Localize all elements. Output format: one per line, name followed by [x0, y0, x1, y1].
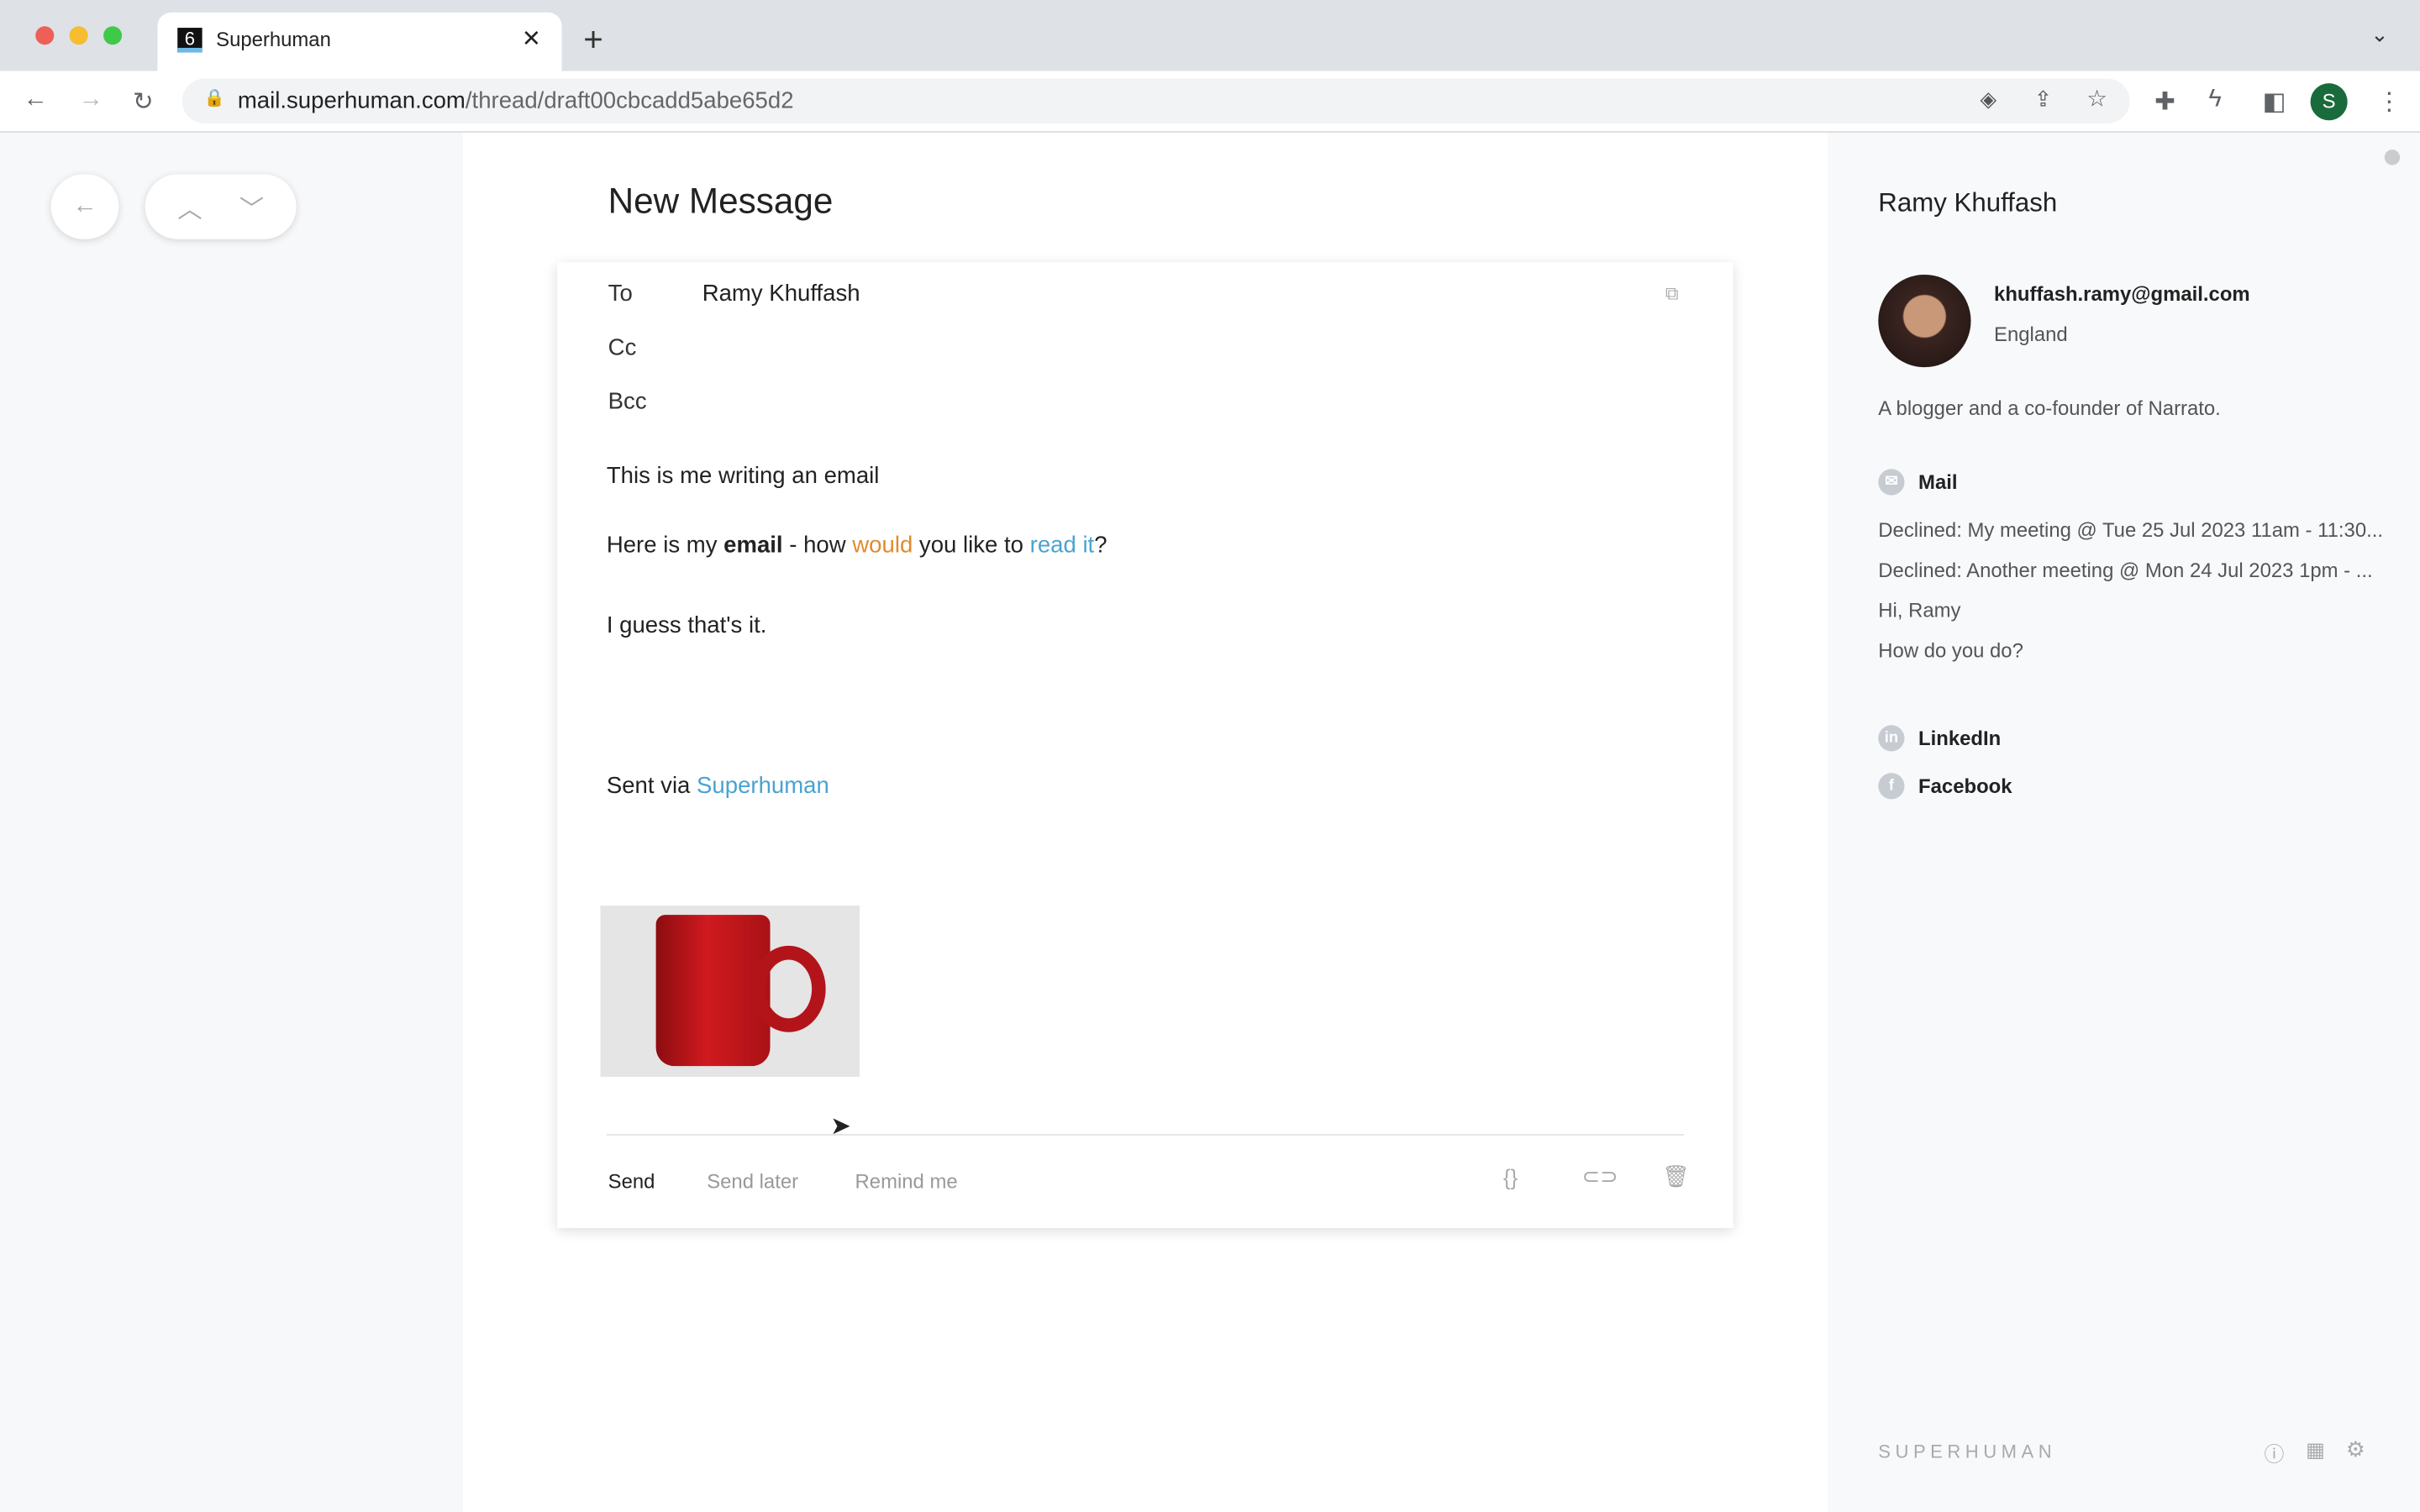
side-panel-icon[interactable]: ◧ — [2263, 87, 2286, 118]
linkedin-link[interactable]: LinkedIn — [1918, 727, 2001, 750]
trash-icon[interactable]: 🗑 — [1662, 1163, 1690, 1189]
previous-thread-chevron-up-icon[interactable]: ︿ — [177, 188, 202, 225]
to-label: To — [608, 281, 633, 307]
contact-avatar — [1878, 274, 1971, 368]
read-it-link[interactable]: read it — [1030, 533, 1095, 559]
new-tab-button[interactable]: + — [583, 20, 603, 60]
status-dot — [2384, 150, 2401, 165]
divider — [606, 1133, 1684, 1136]
contact-bio: A blogger and a co-founder of Narrato. — [1878, 396, 2221, 420]
install-icon[interactable]: ◈ — [1981, 87, 1997, 113]
superhuman-link[interactable]: Superhuman — [697, 773, 829, 799]
mug-image[interactable] — [600, 906, 860, 1078]
contact-email[interactable]: khuffash.ramy@gmail.com — [1994, 282, 2250, 306]
tab-list-chevron-icon[interactable]: ⌄ — [2370, 22, 2389, 48]
favicon: 6 — [177, 28, 203, 53]
close-window-button[interactable] — [35, 26, 55, 45]
body-line-3: I guess that's it. — [606, 612, 767, 639]
bcc-label[interactable]: Bcc — [608, 389, 647, 415]
url-path: /thread/draft00cbcadd5abe65d2 — [465, 87, 794, 114]
tab-title: Superhuman — [216, 28, 331, 51]
linkedin-icon: in — [1878, 725, 1905, 752]
arrow-left-icon: ← — [72, 192, 97, 219]
cc-label[interactable]: Cc — [608, 335, 637, 361]
contact-location: England — [1994, 322, 2068, 346]
back-button[interactable]: ← — [50, 174, 119, 239]
mail-icon: ✉ — [1878, 469, 1905, 496]
facebook-link[interactable]: Facebook — [1918, 774, 2012, 798]
facebook-icon: f — [1878, 773, 1905, 800]
bookmark-star-icon[interactable]: ☆ — [2086, 85, 2107, 113]
left-pane — [0, 132, 464, 1512]
message-body[interactable]: This is me writing an email Here is my e… — [607, 463, 1687, 799]
profile-avatar[interactable]: S — [2310, 83, 2348, 121]
page-title: New Message — [608, 180, 834, 221]
remind-me-button[interactable]: Remind me — [855, 1169, 958, 1193]
lock-icon: 🔒 — [203, 89, 225, 108]
attachment-paperclip-icon[interactable]: ⊂⊃ — [1582, 1163, 1618, 1189]
contact-name: Ramy Khuffash — [1878, 188, 2058, 218]
back-icon[interactable]: ← — [24, 87, 48, 114]
snippets-braces-icon[interactable]: {} — [1503, 1165, 1518, 1189]
mail-item[interactable]: Declined: Another meeting @ Mon 24 Jul 2… — [1878, 559, 2372, 582]
mail-item[interactable]: Hi, Ramy — [1878, 599, 1960, 622]
extension-bolt-icon[interactable]: ϟ — [2208, 87, 2222, 114]
maximize-window-button[interactable] — [103, 26, 123, 45]
reload-icon[interactable]: ↻ — [133, 87, 154, 118]
browser-tab[interactable]: 6 Superhuman ✕ — [157, 12, 562, 71]
send-button[interactable]: Send — [608, 1169, 655, 1193]
signature: Sent via Superhuman — [606, 773, 829, 800]
url-host: mail.superhuman.com — [237, 87, 466, 114]
help-icon[interactable]: ⓘ — [2264, 1438, 2284, 1467]
thread-nav: ︿ ﹀ — [145, 174, 297, 239]
body-line-2: Here is my email - how would you like to… — [606, 532, 1107, 559]
superhuman-logo: SUPERHUMAN — [1878, 1441, 2057, 1463]
extensions-icon[interactable]: ✚ — [2154, 87, 2175, 118]
tab-close-icon[interactable]: ✕ — [522, 24, 541, 52]
popout-icon[interactable]: ⧉ — [1665, 282, 1679, 306]
mail-item[interactable]: How do you do? — [1878, 638, 2023, 662]
body-line-1: This is me writing an email — [606, 463, 880, 490]
next-thread-chevron-down-icon[interactable]: ﹀ — [239, 188, 264, 225]
calendar-icon[interactable]: ▦ — [2306, 1438, 2325, 1462]
mail-item[interactable]: Declined: My meeting @ Tue 25 Jul 2023 1… — [1878, 518, 2383, 542]
address-bar[interactable]: 🔒 mail.superhuman.com/thread/draft00cbca… — [182, 78, 2130, 123]
mail-section-label: Mail — [1918, 470, 1958, 494]
settings-gear-icon[interactable]: ⚙ — [2346, 1436, 2365, 1462]
compose-card: To Ramy Khuffash ⧉ Cc Bcc This is me wri… — [557, 262, 1733, 1229]
to-field[interactable]: Ramy Khuffash — [702, 281, 860, 307]
send-later-button[interactable]: Send later — [707, 1169, 798, 1193]
menu-kebab-icon[interactable]: ⋮ — [2377, 87, 2402, 118]
forward-icon[interactable]: → — [79, 87, 103, 114]
share-icon[interactable]: ⇪ — [2034, 87, 2053, 113]
mouse-cursor-icon: ➤ — [830, 1114, 851, 1141]
minimize-window-button[interactable] — [69, 26, 88, 45]
